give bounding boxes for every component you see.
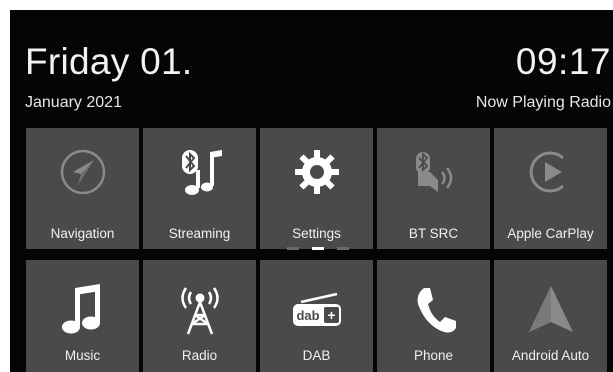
tile-label: Music (64, 348, 101, 363)
tile-label: Navigation (50, 226, 115, 241)
tile-label: DAB (302, 348, 331, 363)
tile-dab[interactable]: + dab DAB (260, 260, 373, 372)
tile-streaming[interactable]: Streaming (143, 128, 256, 249)
tile-android-auto[interactable]: Android Auto (494, 260, 607, 372)
tile-settings[interactable]: Settings (260, 128, 373, 249)
tile-navigation[interactable]: Navigation (26, 128, 139, 249)
dab-plus-icon: + dab (260, 278, 373, 342)
carplay-play-icon (494, 142, 607, 202)
gear-icon (260, 142, 373, 202)
date-month-year: January 2021 (25, 94, 122, 111)
svg-text:+: + (327, 307, 335, 323)
tile-label: BT SRC (408, 226, 459, 241)
tile-apple-carplay[interactable]: Apple CarPlay (494, 128, 607, 249)
page-indicator-2[interactable] (312, 247, 324, 250)
tile-phone[interactable]: Phone (377, 260, 490, 372)
page-indicator-1[interactable] (287, 247, 299, 250)
tile-radio[interactable]: Radio (143, 260, 256, 372)
bluetooth-music-icon (143, 142, 256, 202)
svg-text:dab: dab (296, 308, 319, 323)
radio-tower-icon (143, 278, 256, 342)
android-auto-icon (494, 278, 607, 342)
tile-label: Streaming (168, 226, 231, 241)
home-screen: Friday 01. January 2021 09:17 Now Playin… (10, 10, 613, 372)
tile-music[interactable]: Music (26, 260, 139, 372)
tile-bt-src[interactable]: BT SRC (377, 128, 490, 249)
tile-label: Phone (413, 348, 454, 363)
bluetooth-speaker-icon (377, 142, 490, 202)
music-note-icon (26, 278, 139, 342)
tile-label: Settings (292, 226, 341, 241)
tile-label: Apple CarPlay (507, 226, 594, 241)
date-day: Friday 01. (25, 41, 193, 82)
phone-handset-icon (377, 278, 490, 342)
page-indicator-3[interactable] (337, 247, 349, 250)
tile-label: Android Auto (511, 348, 590, 363)
navigation-compass-icon (26, 142, 139, 202)
clock-time: 09:17 (515, 41, 611, 82)
tile-label: Radio (181, 348, 218, 363)
now-playing-status[interactable]: Now Playing Radio (476, 94, 611, 112)
